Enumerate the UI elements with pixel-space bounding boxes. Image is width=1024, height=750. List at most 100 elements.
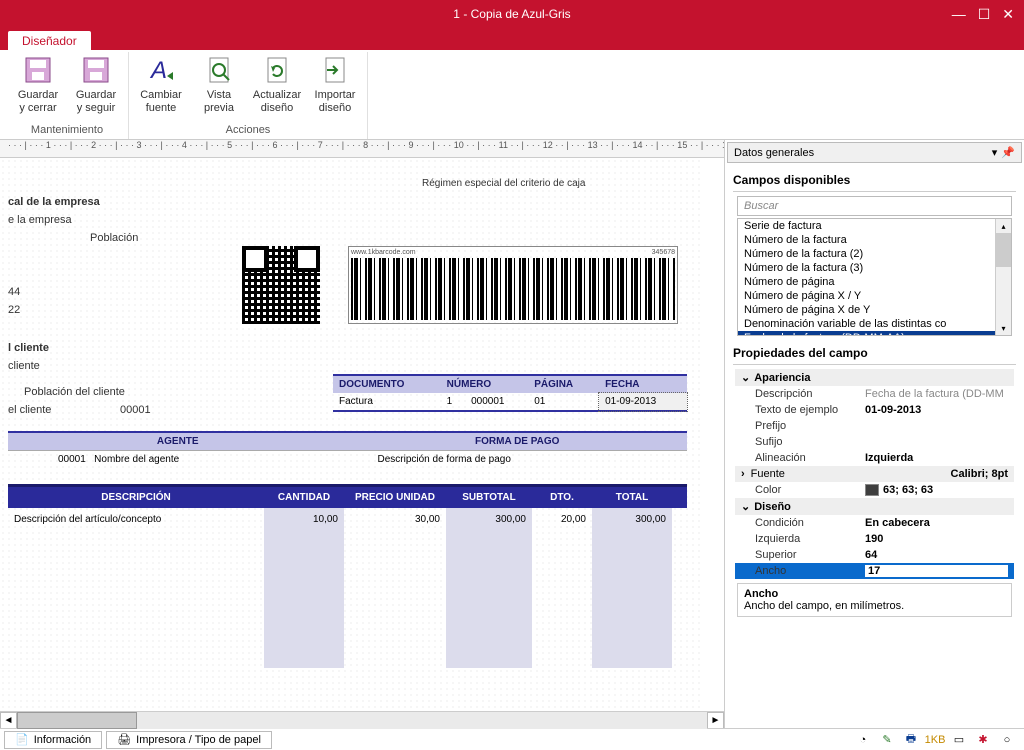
- th-dto: DTO.: [532, 487, 592, 508]
- ribbon-tabs: Diseñador: [0, 28, 1024, 50]
- field-item[interactable]: Serie de factura: [738, 219, 1011, 233]
- status-icon-4[interactable]: 1KB: [926, 732, 944, 748]
- item-dto[interactable]: 20,00: [532, 508, 592, 668]
- maximize-button[interactable]: ☐: [978, 6, 991, 23]
- td-pagina[interactable]: 01: [528, 393, 599, 411]
- list-scrollbar[interactable]: ▴ ▾: [995, 219, 1011, 335]
- design-canvas[interactable]: cal de la empresa e la empresa Población…: [0, 158, 700, 711]
- company-of-label: e la empresa: [8, 214, 72, 226]
- status-bar: 📄 Información 🖨 Impresora / Tipo de pape…: [0, 728, 1024, 750]
- barcode-icon: [351, 258, 675, 320]
- td-numero[interactable]: 000001: [465, 393, 528, 411]
- th-total: TOTAL: [592, 487, 672, 508]
- prop-prefijo[interactable]: [865, 420, 1008, 432]
- th-fecha: FECHA: [599, 375, 687, 393]
- field-item[interactable]: Número de la factura (2): [738, 247, 1011, 261]
- prop-alineacion[interactable]: Izquierda: [865, 452, 1008, 464]
- prop-ancho-selected[interactable]: Ancho17: [735, 563, 1014, 579]
- preview-icon: [203, 54, 235, 86]
- th-subtotal: SUBTOTAL: [446, 487, 532, 508]
- prop-sufijo[interactable]: [865, 436, 1008, 448]
- item-qty[interactable]: 10,00: [264, 508, 344, 668]
- field-item[interactable]: Número de la factura (3): [738, 261, 1011, 275]
- field-list[interactable]: Serie de factura Número de la factura Nú…: [737, 218, 1012, 336]
- import-design-button[interactable]: Importar diseño: [307, 52, 363, 122]
- field-item-selected[interactable]: Fecha de la factura (DD-MM-AA): [738, 331, 1011, 336]
- field-properties-title: Propiedades del campo: [733, 342, 1016, 365]
- document-header-table: DOCUMENTO NÚMERO PÁGINA FECHA Factura 1 …: [333, 374, 687, 412]
- minimize-button[interactable]: —: [952, 6, 966, 23]
- prop-izquierda[interactable]: 190: [865, 533, 1008, 545]
- design-area: · · · | · · · 1 · · · | · · · 2 · · · | …: [0, 140, 724, 728]
- save-continue-button[interactable]: Guardar y seguir: [68, 52, 124, 122]
- th-agente: AGENTE: [8, 433, 348, 450]
- save-continue-icon: [80, 54, 112, 86]
- status-icon-7[interactable]: ○: [998, 732, 1016, 748]
- update-design-button[interactable]: Actualizar diseño: [249, 52, 305, 122]
- status-icon-5[interactable]: ▭: [950, 732, 968, 748]
- scroll-left-icon[interactable]: ◄: [0, 712, 17, 729]
- qr-code: [242, 246, 320, 324]
- group-design[interactable]: ⌄Diseño: [735, 498, 1014, 515]
- ribbon-group-maintenance: Mantenimiento: [31, 122, 103, 139]
- canvas-scroll[interactable]: cal de la empresa e la empresa Población…: [0, 158, 724, 711]
- item-total[interactable]: 300,00: [592, 508, 672, 668]
- scroll-down-icon[interactable]: ▾: [996, 321, 1011, 335]
- items-table: DESCRIPCIÓN CANTIDAD PRECIO UNIDAD SUBTO…: [8, 484, 687, 668]
- item-price[interactable]: 30,00: [344, 508, 446, 668]
- td-fecha-selected[interactable]: 01-09-2013: [599, 393, 687, 411]
- regimen-label: Régimen especial del criterio de caja: [422, 178, 585, 189]
- horizontal-scrollbar[interactable]: ◄ ►: [0, 711, 724, 728]
- info-button[interactable]: 📄 Información: [4, 731, 102, 749]
- change-font-button[interactable]: A Cambiar fuente: [133, 52, 189, 122]
- status-icon-2[interactable]: ✎: [878, 732, 896, 748]
- preview-button[interactable]: Vista previa: [191, 52, 247, 122]
- tab-designer[interactable]: Diseñador: [8, 31, 91, 50]
- prop-ejemplo[interactable]: 01-09-2013: [865, 404, 1008, 416]
- status-icon-3[interactable]: 🖶: [902, 732, 920, 748]
- prop-superior[interactable]: 64: [865, 549, 1008, 561]
- chevron-right-icon: ›: [741, 468, 745, 480]
- th-descripcion: DESCRIPCIÓN: [8, 487, 264, 508]
- svg-text:A: A: [149, 57, 167, 84]
- group-font[interactable]: ›FuenteCalibri; 8pt: [735, 466, 1014, 482]
- panel-dropdown[interactable]: Datos generales ▾📌: [727, 142, 1022, 163]
- td-documento[interactable]: Factura: [333, 393, 441, 411]
- field-item[interactable]: Número de página X de Y: [738, 303, 1011, 317]
- th-documento: DOCUMENTO: [333, 375, 441, 393]
- group-appearance[interactable]: ⌄Apariencia: [735, 369, 1014, 386]
- pin-icon[interactable]: 📌: [1001, 146, 1015, 159]
- th-pagina: PÁGINA: [528, 375, 599, 393]
- field-item[interactable]: Número de página X / Y: [738, 289, 1011, 303]
- field-item[interactable]: Número de página: [738, 275, 1011, 289]
- barcode-box: www.1kbarcode.com 345678: [348, 246, 678, 324]
- font-icon: A: [145, 54, 177, 86]
- poblacion-label: Población: [90, 232, 138, 244]
- status-icon-6[interactable]: ✱: [974, 732, 992, 748]
- prop-color[interactable]: 63; 63; 63: [865, 484, 1008, 496]
- scroll-thumb[interactable]: [996, 233, 1011, 267]
- agent-header: AGENTE FORMA DE PAGO 00001 Nombre del ag…: [8, 431, 687, 468]
- item-desc[interactable]: Descripción del artículo/concepto: [8, 508, 264, 668]
- printer-button[interactable]: 🖨 Impresora / Tipo de papel: [106, 731, 272, 749]
- prop-condicion[interactable]: En cabecera: [865, 517, 1008, 529]
- color-swatch: [865, 484, 879, 496]
- chevron-down-icon: ⌄: [741, 500, 750, 513]
- property-help: Ancho Ancho del campo, en milímetros.: [737, 583, 1012, 617]
- agent-name[interactable]: Nombre del agente: [94, 454, 179, 465]
- field-item[interactable]: Número de la factura: [738, 233, 1011, 247]
- agent-code[interactable]: 00001: [58, 454, 86, 465]
- forma-pago-desc[interactable]: Descripción de forma de pago: [348, 454, 688, 465]
- scroll-thumb[interactable]: [17, 712, 137, 729]
- td-serie[interactable]: 1: [441, 393, 465, 411]
- scroll-up-icon[interactable]: ▴: [996, 219, 1011, 233]
- field-item[interactable]: Denominación variable de las distintas c…: [738, 317, 1011, 331]
- dropdown-icon[interactable]: ▾: [992, 146, 998, 159]
- search-input[interactable]: Buscar: [737, 196, 1012, 216]
- close-button[interactable]: ✕: [1002, 6, 1014, 23]
- item-sub[interactable]: 300,00: [446, 508, 532, 668]
- th-forma-pago: FORMA DE PAGO: [348, 433, 688, 450]
- status-icon-1[interactable]: ◔: [854, 732, 872, 748]
- save-close-button[interactable]: Guardar y cerrar: [10, 52, 66, 122]
- scroll-right-icon[interactable]: ►: [707, 712, 724, 729]
